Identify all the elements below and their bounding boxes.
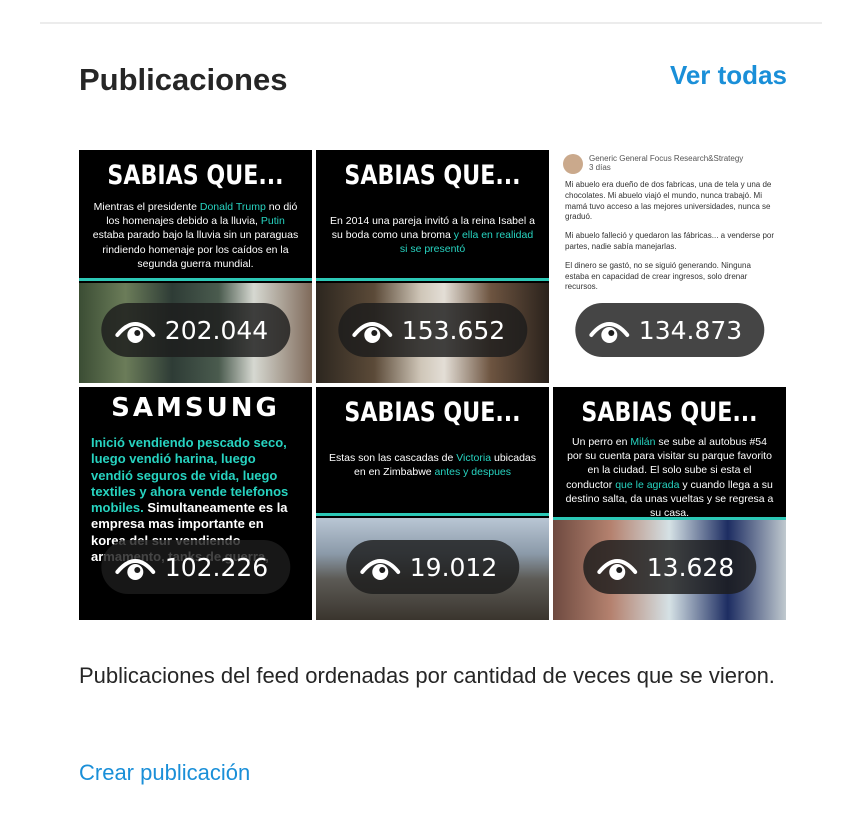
eye-icon [588,322,629,343]
caption-text: Un perro en [572,436,631,448]
teal-divider [79,278,312,281]
caption-text: estaba parado bajo la lluvia sin un para… [92,229,299,270]
views-count: 19.012 [409,552,498,582]
teal-divider [316,513,549,516]
views-pill: 19.012 [345,540,520,594]
caption-highlight: Victoria [456,452,492,464]
post-tile[interactable]: SABIAS QUE... Estas son las cascadas de … [316,387,549,620]
post-brand: SAMSUNG [111,393,280,423]
caption-highlight: Milán [630,436,656,448]
caption-highlight: Donald Trump [199,201,266,213]
author-name: Generic General Focus Research&Strategy [589,154,744,164]
post-caption: Un perro en Milán se sube al autobus #54… [565,435,774,520]
views-count: 202.044 [164,315,269,345]
eye-icon [359,559,400,580]
views-pill: 102.226 [100,540,291,594]
views-count: 153.652 [401,315,506,345]
caption-highlight: Putin [260,215,285,228]
views-count: 13.628 [646,552,735,582]
post-caption: Estas son las cascadas de Victoria ubica… [328,451,537,479]
post-caption: En 2014 una pareja invitó a la reina Isa… [328,214,537,257]
post-text: Mi abuelo era dueño de dos fabricas, una… [565,180,776,301]
avatar [563,154,583,174]
eye-icon [351,322,392,343]
section-description: Publicaciones del feed ordenadas por can… [79,663,775,688]
post-author: Generic General Focus Research&Strategy … [589,154,744,173]
caption-text: Mientras el presidente [93,201,200,213]
views-pill: 153.652 [337,303,528,357]
post-paragraph: El dinero se gastó, no se siguió generan… [565,260,751,292]
caption-highlight: que le agrada [615,478,680,491]
post-headline: SABIAS QUE... [344,160,521,191]
post-tile[interactable]: Generic General Focus Research&Strategy … [553,150,786,383]
post-paragraph: Mi abuelo falleció y quedaron las fábric… [565,231,775,251]
post-headline: SABIAS QUE... [581,397,758,428]
eye-icon [114,322,155,343]
post-headline: SABIAS QUE... [107,160,284,191]
create-post-link[interactable]: Crear publicación [79,760,250,786]
views-count: 134.873 [638,315,743,345]
caption-highlight: antes y despues [434,466,511,479]
eye-icon [596,559,637,580]
see-all-link[interactable]: Ver todas [670,60,787,91]
post-time: 3 días [589,163,611,172]
top-divider [40,22,822,24]
post-tile[interactable]: SABIAS QUE... Mientras el presidente Don… [79,150,312,383]
caption-text: Estas son las cascadas de [328,452,457,464]
teal-divider [316,278,549,281]
post-paragraph: Mi abuelo era dueño de dos fabricas, una… [565,180,772,222]
post-author-row: Generic General Focus Research&Strategy … [563,154,743,174]
post-headline: SABIAS QUE... [344,397,521,428]
views-pill: 134.873 [574,303,765,357]
post-caption: Mientras el presidente Donald Trump no d… [91,200,300,271]
post-tile[interactable]: SAMSUNG Inició vendiendo pescado seco, l… [79,387,312,620]
views-count: 102.226 [164,552,269,582]
section-title: Publicaciones [79,62,288,97]
post-tile[interactable]: SABIAS QUE... Un perro en Milán se sube … [553,387,786,620]
views-pill: 13.628 [582,540,757,594]
posts-grid: SABIAS QUE... Mientras el presidente Don… [79,150,786,620]
post-tile[interactable]: SABIAS QUE... En 2014 una pareja invitó … [316,150,549,383]
eye-icon [114,559,155,580]
views-pill: 202.044 [100,303,291,357]
